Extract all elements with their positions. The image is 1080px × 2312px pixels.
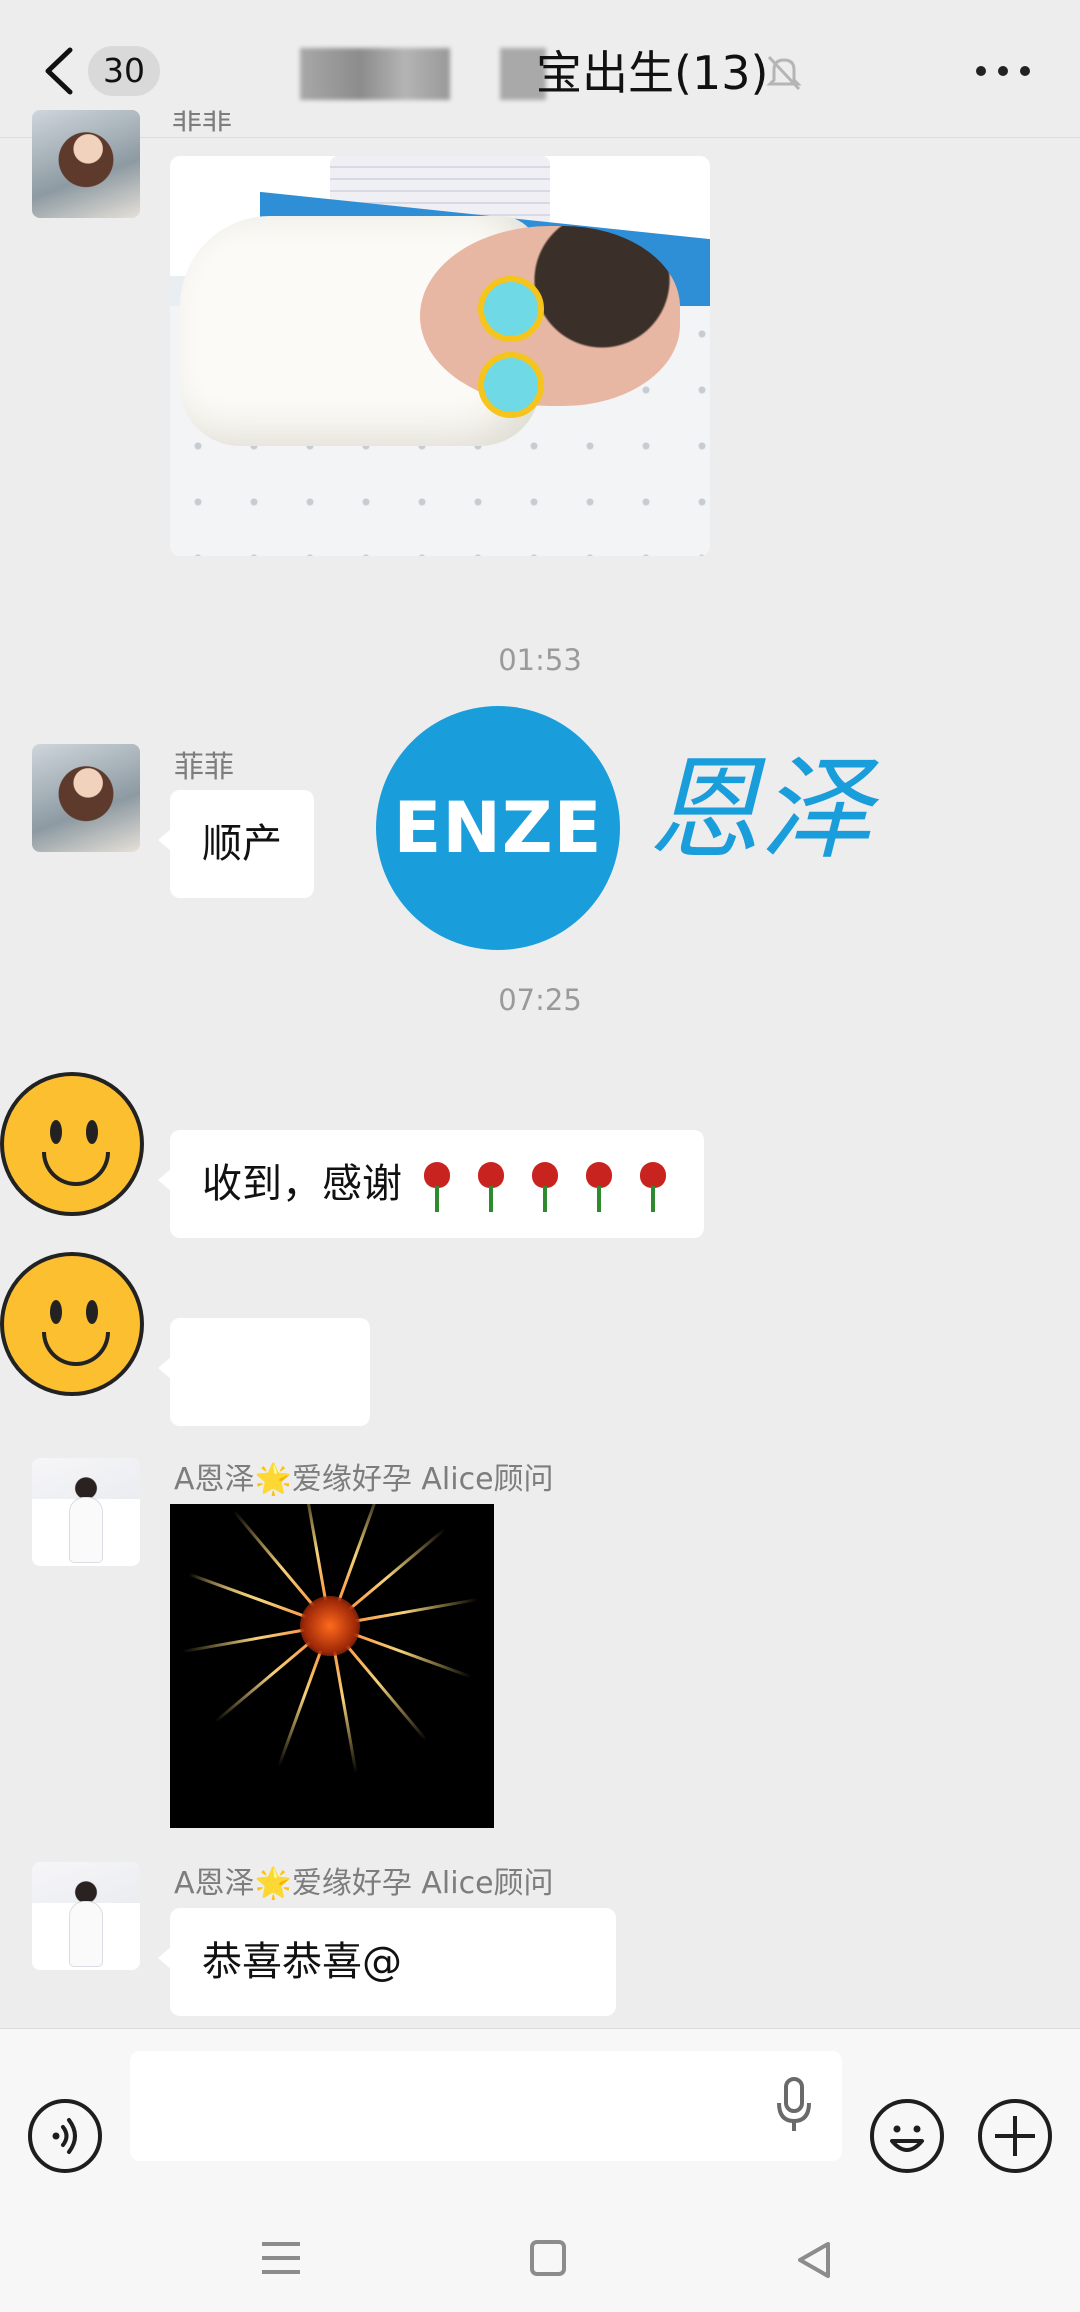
message-input[interactable]	[130, 2051, 842, 2161]
avatar[interactable]	[32, 744, 140, 852]
message-bubble[interactable]: 恭喜恭喜@	[158, 1908, 616, 2016]
menu-icon[interactable]	[262, 2242, 300, 2274]
avatar[interactable]	[32, 110, 140, 218]
rose-emoji-icon	[524, 1158, 564, 1214]
chat-input-bar	[0, 2028, 1080, 2208]
blurred-title-part	[300, 48, 450, 100]
sender-name: 菲菲	[174, 750, 234, 785]
rose-emoji-icon	[470, 1158, 510, 1214]
timestamp: 07:25	[498, 983, 582, 1017]
enze-logo-badge: ENZE	[376, 706, 620, 950]
smiley-avatar-sticker[interactable]	[0, 1252, 144, 1396]
sender-name: A恩泽🌟爱缘好孕 Alice顾问	[174, 1462, 554, 1497]
baby-photo-message[interactable]	[170, 156, 710, 556]
chat-title: 宝出生(13)	[536, 46, 769, 100]
smiley-avatar-sticker[interactable]	[0, 1072, 144, 1216]
message-text: 恭喜恭喜@	[202, 1939, 402, 1985]
chat-header: 30 宝出生(13)	[0, 0, 1080, 138]
avatar[interactable]	[32, 1862, 140, 1970]
unread-count-badge[interactable]: 30	[88, 46, 160, 96]
system-navigation-bar	[0, 2208, 1080, 2312]
message-bubble[interactable]: 顺产	[158, 790, 314, 898]
mute-bell-icon	[766, 55, 802, 91]
sender-name: 菲菲	[172, 110, 232, 136]
rose-emoji-icon	[578, 1158, 618, 1214]
more-options-icon[interactable]	[976, 62, 1032, 82]
message-bubble[interactable]: 收到，感谢	[158, 1130, 704, 1238]
sunglasses-sticker	[478, 276, 548, 426]
emoji-icon[interactable]	[870, 2099, 944, 2173]
back-triangle-icon[interactable]	[794, 2240, 834, 2280]
home-icon[interactable]	[530, 2240, 566, 2276]
message-bubble[interactable]	[158, 1318, 370, 1426]
rose-emoji-icon	[632, 1158, 672, 1214]
enze-brand-text: 恩泽	[648, 745, 872, 875]
timestamp: 01:53	[498, 643, 582, 677]
message-text: 收到，感谢	[202, 1161, 402, 1207]
voice-icon[interactable]	[28, 2099, 102, 2173]
sender-name: A恩泽🌟爱缘好孕 Alice顾问	[174, 1866, 554, 1901]
back-arrow-icon[interactable]	[40, 46, 80, 96]
microphone-icon[interactable]	[774, 2077, 814, 2133]
fireworks-image-message[interactable]	[170, 1504, 494, 1828]
plus-icon[interactable]	[978, 2099, 1052, 2173]
rose-emoji-icon	[416, 1158, 456, 1214]
avatar[interactable]	[32, 1458, 140, 1566]
